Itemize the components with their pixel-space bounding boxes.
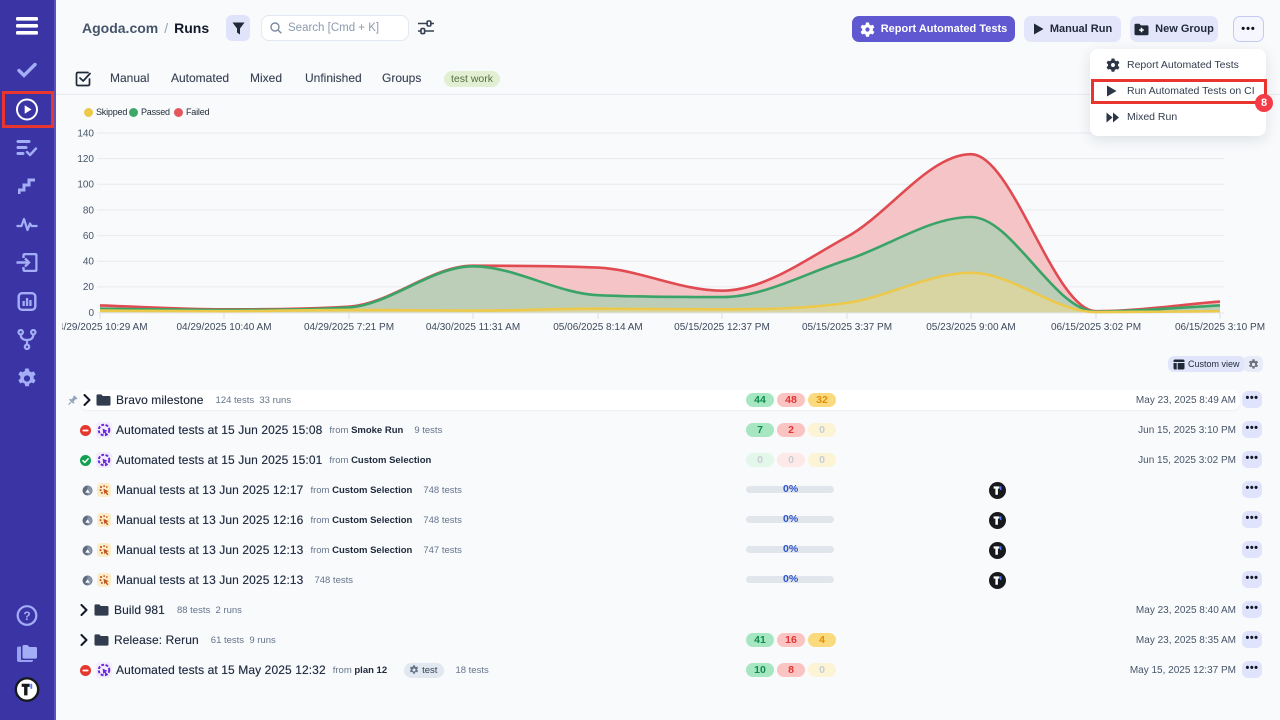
svg-text:140: 140 [77,129,94,140]
svg-text:05/23/2025 9:00 AM: 05/23/2025 9:00 AM [926,322,1016,333]
svg-text:05/15/2025 3:37 PM: 05/15/2025 3:37 PM [802,322,892,333]
svg-text:06/15/2025 3:02 PM: 06/15/2025 3:02 PM [1051,322,1141,333]
svg-text:40: 40 [83,257,95,268]
svg-text:80: 80 [83,206,95,217]
svg-text:120: 120 [77,154,94,165]
svg-text:04/29/2025 7:21 PM: 04/29/2025 7:21 PM [304,322,394,333]
svg-text:06/15/2025 3:10 PM: 06/15/2025 3:10 PM [1175,322,1265,333]
svg-text:04/29/2025 10:29 AM: 04/29/2025 10:29 AM [62,322,148,333]
svg-text:?: ? [23,609,30,623]
svg-text:20: 20 [83,282,95,293]
svg-text:05/06/2025 8:14 AM: 05/06/2025 8:14 AM [553,322,643,333]
svg-text:100: 100 [77,180,94,191]
svg-text:05/15/2025 12:37 PM: 05/15/2025 12:37 PM [674,322,770,333]
svg-text:0: 0 [88,308,94,319]
svg-text:04/30/2025 11:31 AM: 04/30/2025 11:31 AM [426,322,520,333]
svg-text:60: 60 [83,231,95,242]
svg-text:04/29/2025 10:40 AM: 04/29/2025 10:40 AM [176,322,271,333]
